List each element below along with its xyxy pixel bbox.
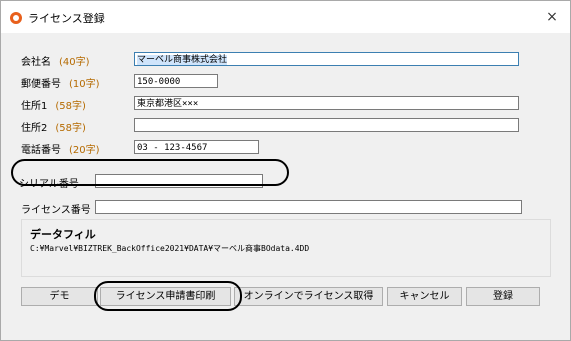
phone-label-text: 電話番号 xyxy=(21,145,61,156)
phone-label: 電話番号 (20字) xyxy=(21,141,100,156)
company-label-text: 会社名 xyxy=(21,57,51,68)
data-file-group: データフィル C:¥Marvel¥BIZTREK_BackOffice2021¥… xyxy=(21,219,551,277)
address2-field[interactable] xyxy=(134,118,519,132)
data-file-title: データフィル xyxy=(30,228,96,241)
address2-hint: (58字) xyxy=(55,123,86,134)
online-license-button[interactable]: オンラインでライセンス取得 xyxy=(234,287,383,306)
license-registration-dialog: ライセンス登録 × 会社名 (40字) マーベル商事株式会社 郵便番号 (10字) … xyxy=(0,0,571,341)
address2-label: 住所2 (58字) xyxy=(21,119,86,134)
company-label: 会社名 (40字) xyxy=(21,53,90,68)
demo-button[interactable]: デモ xyxy=(21,287,98,306)
highlight-oval-serial xyxy=(11,159,289,186)
highlight-oval-print xyxy=(94,281,242,311)
phone-hint: (20字) xyxy=(69,145,100,156)
company-field[interactable]: マーベル商事株式会社 xyxy=(134,52,519,66)
postal-field[interactable]: 150-0000 xyxy=(134,74,218,88)
cancel-button[interactable]: キャンセル xyxy=(387,287,462,306)
address1-label: 住所1 (58字) xyxy=(21,97,86,112)
license-label: ライセンス番号 xyxy=(21,205,91,216)
postal-label: 郵便番号 (10字) xyxy=(21,75,100,90)
data-file-path: C:¥Marvel¥BIZTREK_BackOffice2021¥DATA¥マー… xyxy=(30,244,310,253)
window-title: ライセンス登録 xyxy=(28,12,105,25)
company-value: マーベル商事株式会社 xyxy=(137,55,228,65)
register-button[interactable]: 登録 xyxy=(466,287,540,306)
company-hint: (40字) xyxy=(59,57,90,68)
postal-hint: (10字) xyxy=(69,79,100,90)
app-icon xyxy=(10,12,22,24)
address1-hint: (58字) xyxy=(55,101,86,112)
title-bar: ライセンス登録 × xyxy=(1,1,570,33)
phone-field[interactable]: 03 - 123-4567 xyxy=(134,140,259,154)
address1-field[interactable]: 東京都港区××× xyxy=(134,96,519,110)
close-button[interactable]: × xyxy=(534,1,570,33)
address1-label-text: 住所1 xyxy=(21,101,48,112)
postal-label-text: 郵便番号 xyxy=(21,79,61,90)
license-field[interactable] xyxy=(95,200,522,214)
address2-label-text: 住所2 xyxy=(21,123,48,134)
